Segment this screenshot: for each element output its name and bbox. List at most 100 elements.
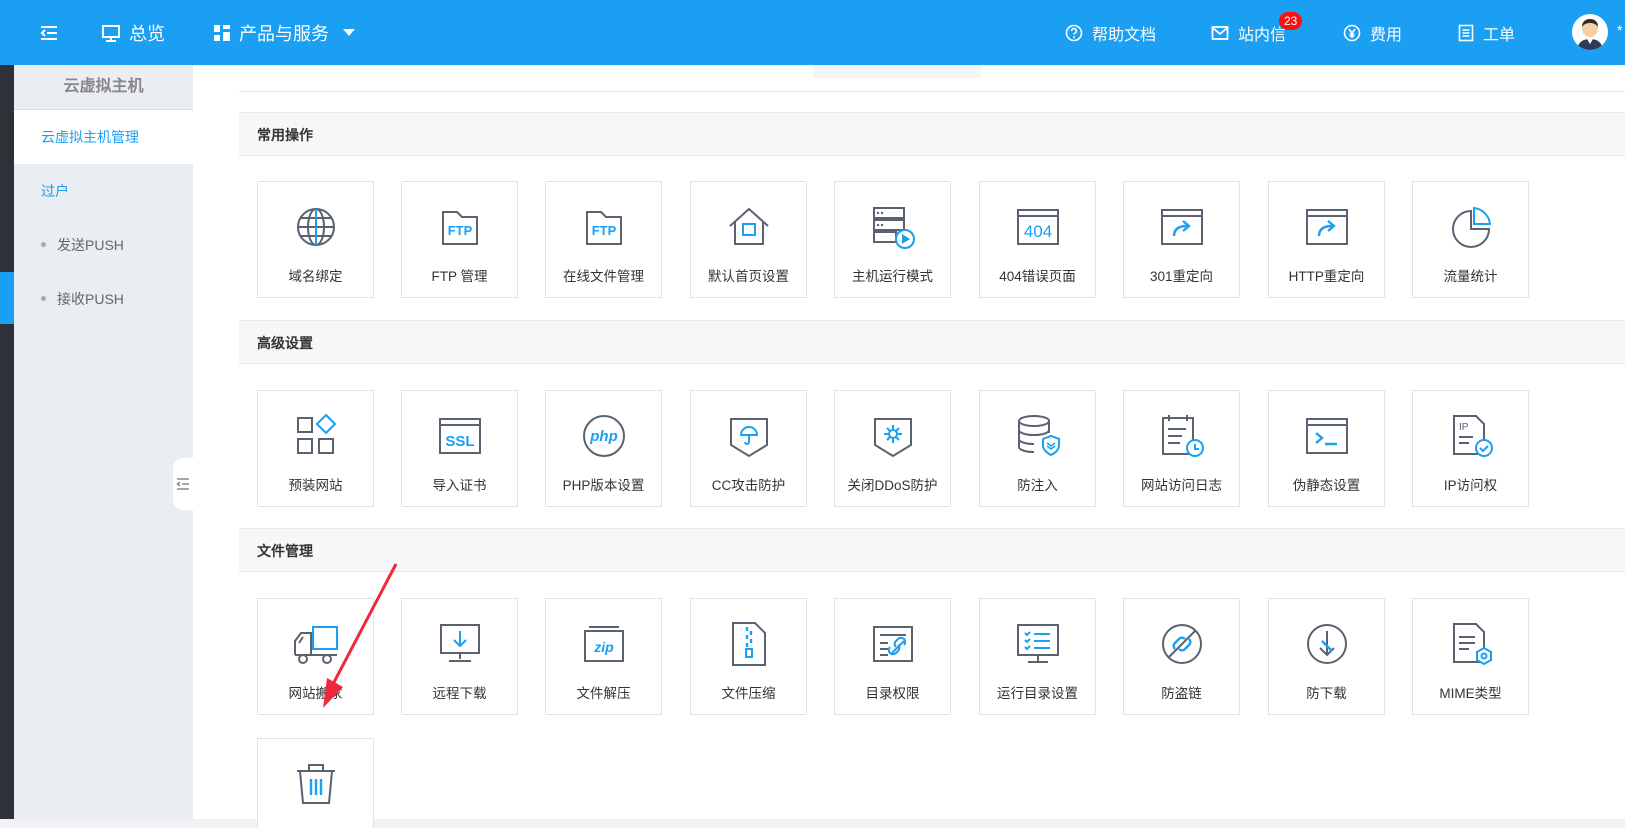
- svg-text:FTP: FTP: [447, 223, 472, 238]
- tile-import-cert[interactable]: SSL 导入证书: [401, 390, 518, 507]
- tile-label: MIME类型: [1439, 686, 1502, 701]
- tile-directory-permission[interactable]: 目录权限: [834, 598, 951, 715]
- left-icon-strip: [0, 65, 14, 819]
- avatar-icon: [1577, 19, 1603, 50]
- menu-toggle-button[interactable]: [0, 0, 97, 65]
- tile-mime-types[interactable]: MIME类型: [1412, 598, 1529, 715]
- main-content: 常用操作 域名绑定 FTP FTP 管理 FTP 在线文件管理 默认首页设置 主机运…: [193, 65, 1625, 828]
- caret-down-icon: [343, 28, 355, 36]
- tile-cc-protection[interactable]: CC攻击防护: [690, 390, 807, 507]
- tile-ip-access[interactable]: IP IP访问权: [1412, 390, 1529, 507]
- user-menu-extra: *: [1617, 22, 1623, 38]
- shield-gear-icon: [835, 411, 950, 461]
- top-navigation-bar: 总览 产品与服务 帮助文档 站内信 23 费用 工单 *: [0, 0, 1625, 65]
- monitor-icon: [102, 24, 120, 42]
- tile-404-error-page[interactable]: 404 404错误页面: [979, 181, 1096, 298]
- ftp-folder-icon: FTP: [402, 202, 517, 252]
- tile-label: PHP版本设置: [562, 478, 645, 493]
- sidebar: 云虚拟主机 云虚拟主机管理 过户 发送PUSH 接收PUSH: [14, 65, 194, 819]
- help-circle-icon: [1065, 24, 1083, 41]
- sidebar-item-vhost-management[interactable]: 云虚拟主机管理: [14, 110, 193, 164]
- tile-file-extract[interactable]: zip 文件解压: [545, 598, 662, 715]
- tile-site-migration[interactable]: 网站搬家: [257, 598, 374, 715]
- tile-remote-download[interactable]: 远程下载: [401, 598, 518, 715]
- tile-delete-files[interactable]: [257, 738, 374, 828]
- trash-icon: [258, 759, 373, 809]
- file-zip-icon: [691, 619, 806, 669]
- ftp-folder-icon: FTP: [546, 202, 661, 252]
- error-404-icon: 404: [980, 202, 1095, 252]
- bullet-icon: [41, 241, 46, 247]
- yen-circle-icon: [1343, 24, 1361, 41]
- sidebar-item-transfer[interactable]: 过户: [14, 164, 193, 218]
- ip-check-icon: IP: [1413, 411, 1528, 461]
- tile-label: 远程下载: [432, 686, 487, 701]
- nav-tickets[interactable]: 工单: [1458, 0, 1515, 65]
- globe-icon: [258, 202, 373, 252]
- tile-anti-injection[interactable]: 防注入: [979, 390, 1096, 507]
- tile-ftp-management[interactable]: FTP FTP 管理: [401, 181, 518, 298]
- nav-products-dropdown[interactable]: 产品与服务: [213, 0, 363, 65]
- tab-active[interactable]: [813, 65, 981, 78]
- svg-text:SSL: SSL: [445, 433, 474, 450]
- nav-help-docs[interactable]: 帮助文档: [1065, 0, 1156, 65]
- server-play-icon: [835, 202, 950, 252]
- tile-label: 目录权限: [865, 686, 920, 701]
- nav-overview[interactable]: 总览: [101, 0, 165, 65]
- tile-http-redirect[interactable]: HTTP重定向: [1268, 181, 1385, 298]
- tile-host-run-mode[interactable]: 主机运行模式: [834, 181, 951, 298]
- tile-file-compress[interactable]: 文件压缩: [690, 598, 807, 715]
- tile-disable-ddos[interactable]: 关闭DDoS防护: [834, 390, 951, 507]
- nav-tickets-label: 工单: [1483, 26, 1516, 44]
- tile-online-file-manager[interactable]: FTP 在线文件管理: [545, 181, 662, 298]
- tile-traffic-stats[interactable]: 流量统计: [1412, 181, 1529, 298]
- tile-label: IP访问权: [1443, 478, 1498, 493]
- tile-access-log[interactable]: 网站访问日志: [1123, 390, 1240, 507]
- mail-icon: [1211, 25, 1229, 40]
- zip-folder-icon: zip: [546, 619, 661, 669]
- truck-icon: [258, 619, 373, 669]
- tile-run-directory[interactable]: 运行目录设置: [979, 598, 1096, 715]
- grid-icon: [214, 24, 230, 41]
- tile-label: 导入证书: [432, 478, 487, 493]
- sidebar-title: 云虚拟主机: [14, 65, 193, 110]
- tile-label: 404错误页面: [999, 269, 1076, 284]
- sidebar-item-label: 发送PUSH: [57, 237, 124, 253]
- home-icon: [691, 202, 806, 252]
- monitor-download-icon: [402, 619, 517, 669]
- tile-preinstall-site[interactable]: 预装网站: [257, 390, 374, 507]
- svg-text:php: php: [589, 428, 618, 445]
- menu-toggle-icon: [40, 25, 57, 40]
- database-shield-icon: [980, 411, 1095, 461]
- tile-domain-binding[interactable]: 域名绑定: [257, 181, 374, 298]
- tile-label: 关闭DDoS防护: [847, 478, 938, 493]
- tile-anti-hotlink[interactable]: 防盗链: [1123, 598, 1240, 715]
- nav-billing[interactable]: 费用: [1343, 0, 1402, 65]
- tile-label: 文件解压: [576, 686, 631, 701]
- user-avatar[interactable]: [1572, 14, 1608, 50]
- nav-products-label: 产品与服务: [239, 23, 329, 44]
- tile-label: 流量统计: [1443, 269, 1498, 284]
- tile-rewrite-settings[interactable]: 伪静态设置: [1268, 390, 1385, 507]
- nav-help-label: 帮助文档: [1092, 26, 1157, 44]
- nav-messages[interactable]: 站内信 23: [1211, 0, 1303, 65]
- bullet-icon: [41, 295, 46, 301]
- tile-label: CC攻击防护: [711, 478, 786, 493]
- tile-301-redirect[interactable]: 301重定向: [1123, 181, 1240, 298]
- sidebar-item-send-push[interactable]: 发送PUSH: [14, 218, 193, 272]
- tile-label: 预装网站: [288, 478, 343, 493]
- redirect-icon: [1269, 202, 1384, 252]
- tile-label: 防盗链: [1161, 686, 1202, 701]
- tile-default-homepage[interactable]: 默认首页设置: [690, 181, 807, 298]
- tile-label: 运行目录设置: [997, 686, 1078, 701]
- nav-billing-label: 费用: [1370, 26, 1403, 44]
- sidebar-collapse-button[interactable]: [173, 458, 193, 510]
- tile-anti-download[interactable]: 防下载: [1268, 598, 1385, 715]
- tile-label: 防下载: [1306, 686, 1347, 701]
- collapse-menu-icon: [176, 478, 189, 490]
- section-header-common: 常用操作: [239, 112, 1625, 156]
- tile-php-version[interactable]: php PHP版本设置: [545, 390, 662, 507]
- tile-label: 网站访问日志: [1141, 478, 1222, 493]
- tile-label: 主机运行模式: [852, 269, 933, 284]
- sidebar-item-receive-push[interactable]: 接收PUSH: [14, 272, 193, 326]
